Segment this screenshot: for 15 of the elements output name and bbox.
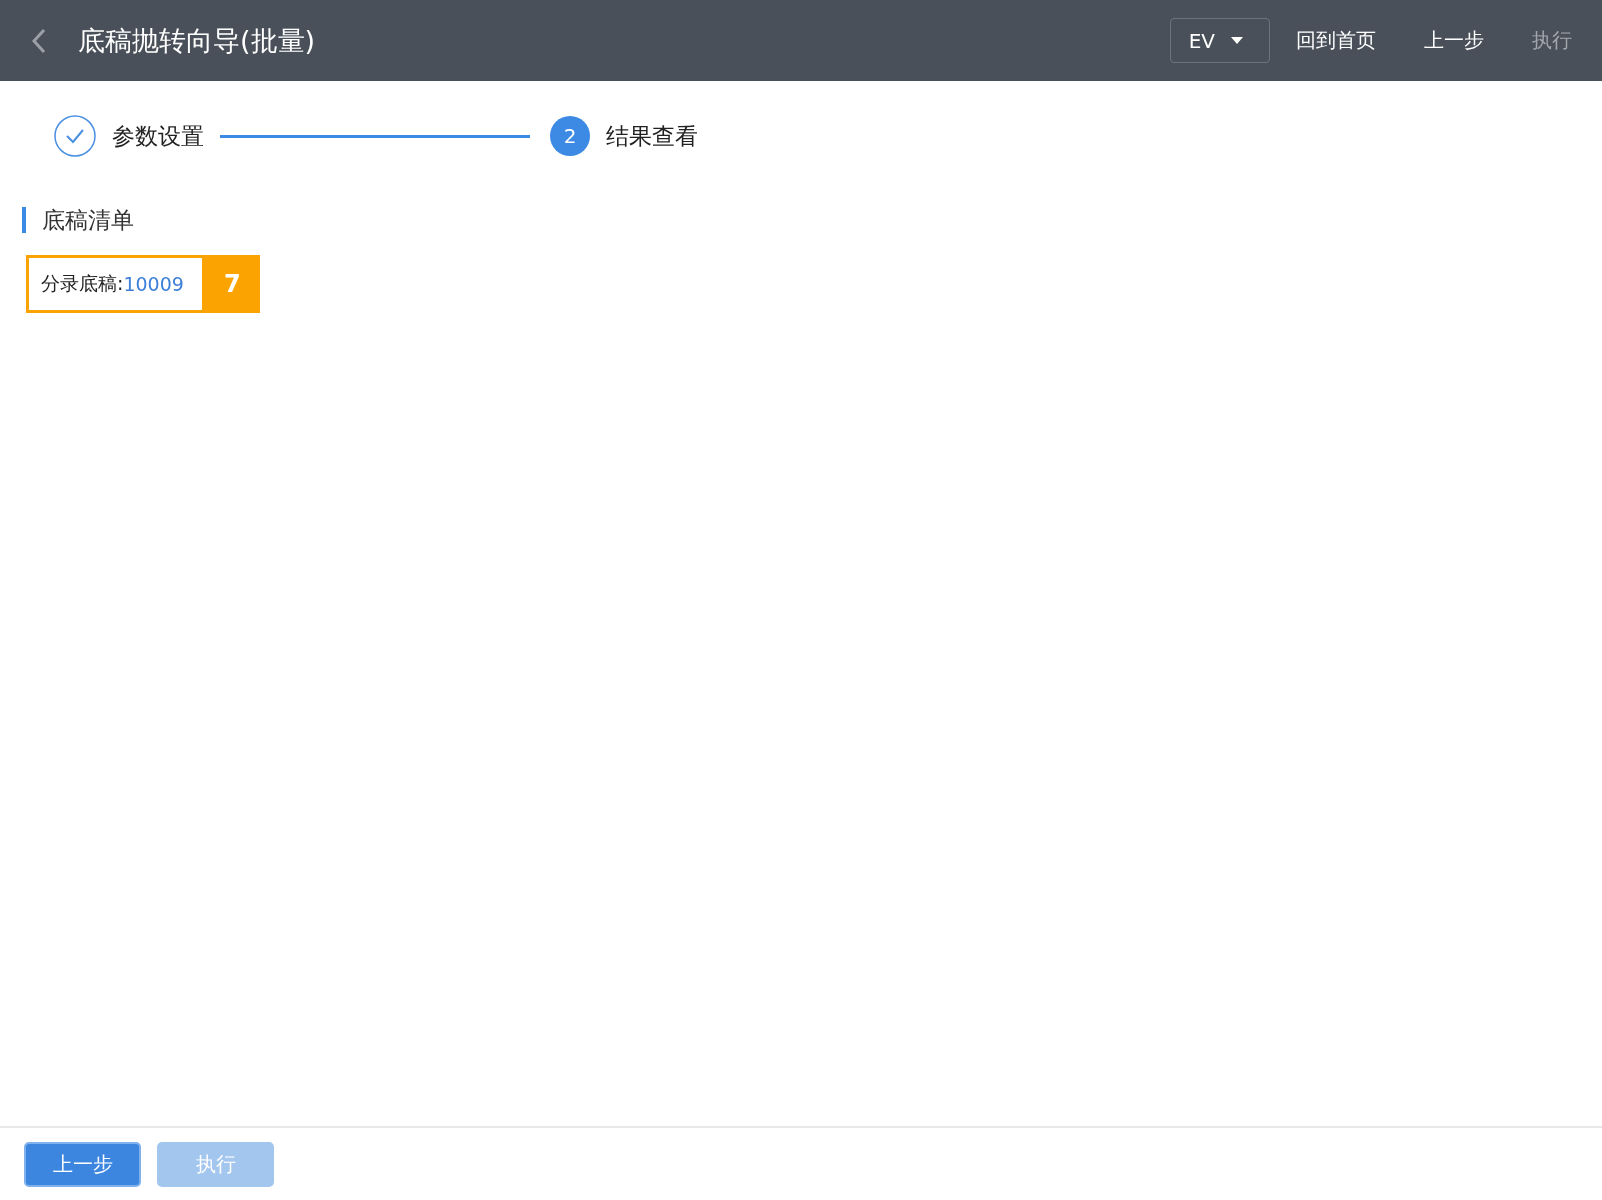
step-number-badge: 2 [550, 116, 590, 156]
draft-count-link[interactable]: 10009 [123, 273, 184, 295]
step-label: 结果查看 [606, 121, 698, 151]
caret-icon [1231, 37, 1243, 44]
header-action-button[interactable]: 上一步 [1424, 23, 1484, 58]
header-action-button[interactable]: 回到首页 [1296, 23, 1376, 58]
draft-label: 分录底稿: [41, 271, 124, 296]
section-title: 底稿清单 [22, 207, 1602, 233]
page-title: 底稿抛转向导(批量) [78, 23, 316, 58]
number-badge: 7 [204, 255, 260, 313]
footer-button[interactable]: 上一步 [24, 1141, 141, 1187]
back-icon[interactable] [32, 27, 46, 54]
draft-card[interactable]: 分录底稿:10009 [26, 255, 205, 313]
step-label: 参数设置 [112, 121, 204, 151]
version-dropdown[interactable]: EV [1169, 18, 1270, 63]
